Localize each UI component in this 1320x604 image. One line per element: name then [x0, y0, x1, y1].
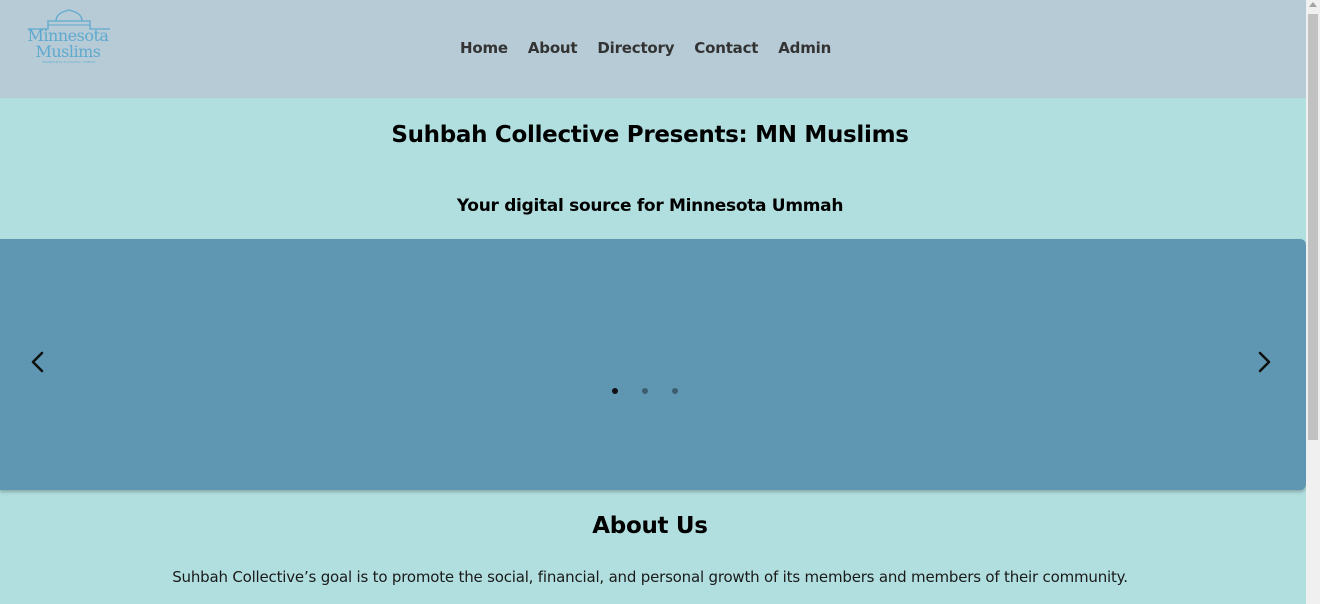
page: Minnesota Muslims MINNESOTA'S DIGITAL UM… — [0, 0, 1306, 604]
carousel-indicators — [612, 388, 702, 394]
main-nav: Home About Directory Contact Admin — [460, 38, 851, 58]
nav-about[interactable]: About — [528, 38, 578, 58]
carousel-dot-2[interactable] — [642, 388, 648, 394]
image-carousel[interactable] — [0, 239, 1306, 490]
scrollbar-thumb[interactable] — [1308, 14, 1318, 440]
carousel-next-button[interactable] — [1252, 349, 1276, 375]
nav-directory[interactable]: Directory — [597, 38, 674, 58]
site-header: Minnesota Muslims MINNESOTA'S DIGITAL UM… — [0, 0, 1306, 98]
logo-tagline: MINNESOTA'S DIGITAL UMMAH — [42, 61, 96, 64]
carousel-dot-1[interactable] — [612, 388, 618, 394]
about-description: Suhbah Collective’s goal is to promote t… — [172, 568, 1128, 586]
nav-contact[interactable]: Contact — [694, 38, 758, 58]
carousel-prev-button[interactable] — [26, 349, 50, 375]
page-title: Suhbah Collective Presents: MN Muslims — [391, 122, 909, 148]
site-logo[interactable]: Minnesota Muslims MINNESOTA'S DIGITAL UM… — [24, 8, 114, 68]
nav-home[interactable]: Home — [460, 38, 508, 58]
carousel-dot-3[interactable] — [672, 388, 678, 394]
chevron-right-icon — [1258, 351, 1271, 373]
logo-line-2: Muslims — [35, 42, 101, 61]
page-subtitle: Your digital source for Minnesota Ummah — [456, 196, 844, 216]
scroll-up-arrow-icon[interactable] — [1309, 2, 1317, 7]
page-scrollbar[interactable] — [1306, 0, 1320, 604]
nav-admin[interactable]: Admin — [778, 38, 831, 58]
about-heading: About Us — [592, 513, 708, 539]
chevron-left-icon — [31, 351, 44, 373]
